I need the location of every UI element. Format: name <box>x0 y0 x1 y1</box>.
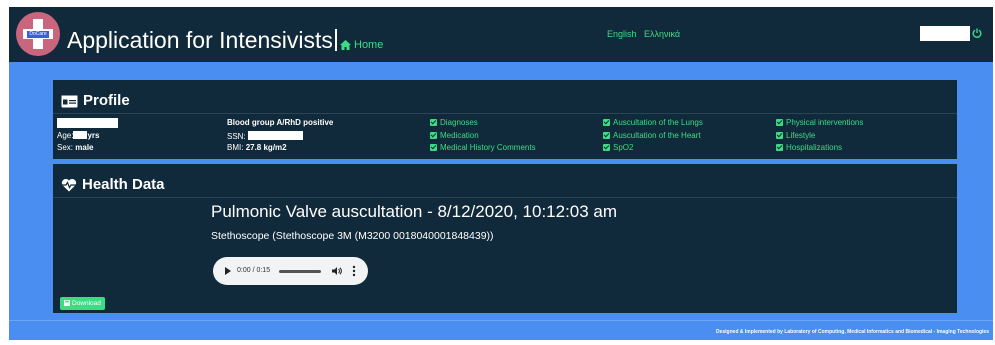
top-navbar: DoCare Application for Intensivists Home… <box>9 7 993 62</box>
sex-label: Sex: <box>57 143 74 152</box>
download-button[interactable]: Download <box>60 297 105 310</box>
health-data-panel: Health Data Pulmonic Valve auscultation … <box>53 164 957 313</box>
profile-divider <box>53 113 957 114</box>
redacted-ssn <box>247 131 303 140</box>
link-medication[interactable]: Medication <box>430 131 479 141</box>
link-label: SpO2 <box>613 143 634 152</box>
ssn-label: SSN: <box>227 132 246 141</box>
home-icon <box>340 40 351 50</box>
id-card-icon <box>61 95 78 108</box>
footer-credit: Designed & Implemented by Laboratory of … <box>716 329 989 335</box>
language-greek[interactable]: Ελληνικά <box>644 29 680 40</box>
link-auscultation-lungs[interactable]: Auscultation of the Lungs <box>603 118 703 128</box>
link-label: Diagnoses <box>440 118 478 127</box>
link-medical-history-comments[interactable]: Medical History Comments <box>430 143 536 153</box>
language-english[interactable]: English <box>607 29 637 40</box>
patient-age: Age: yrs <box>57 131 99 141</box>
check-icon <box>776 132 783 139</box>
link-physical-interventions[interactable]: Physical interventions <box>776 118 863 128</box>
link-label: Auscultation of the Lungs <box>613 118 703 127</box>
volume-icon[interactable] <box>332 266 342 276</box>
check-icon <box>430 144 437 151</box>
profile-heading-text: Profile <box>83 92 130 109</box>
audio-player[interactable]: 0:00 / 0:15 <box>213 257 368 285</box>
check-icon <box>603 132 610 139</box>
link-label: Lifestyle <box>786 131 816 140</box>
patient-sex: Sex: male <box>57 143 93 153</box>
footer: Designed & Implemented by Laboratory of … <box>9 320 993 340</box>
link-label: Auscultation of the Heart <box>613 131 701 140</box>
age-unit: yrs <box>87 131 100 140</box>
redacted-name <box>57 118 118 128</box>
link-label: Physical interventions <box>786 118 864 127</box>
check-icon <box>430 132 437 139</box>
app-title-text: Application for Intensivists <box>67 27 333 53</box>
link-diagnoses[interactable]: Diagnoses <box>430 118 478 128</box>
link-label: Medical History Comments <box>440 143 536 152</box>
user-name-box[interactable] <box>920 26 970 41</box>
audio-progress-track[interactable] <box>279 270 321 273</box>
health-data-heading-text: Health Data <box>82 176 165 193</box>
play-icon[interactable] <box>225 267 231 275</box>
blood-group-text: Blood group A/RhD positive <box>227 118 334 127</box>
sex-value: male <box>75 143 94 152</box>
power-icon[interactable] <box>972 28 982 38</box>
patient-name <box>57 118 118 130</box>
title-caret <box>334 29 337 51</box>
link-spo2[interactable]: SpO2 <box>603 143 633 153</box>
health-divider <box>53 197 957 198</box>
check-icon <box>603 119 610 126</box>
redacted-age <box>73 131 88 139</box>
device-info: Stethoscope (Stethoscope 3M (M3200 00180… <box>211 230 494 242</box>
link-hospitalizations[interactable]: Hospitalizations <box>776 143 842 153</box>
logo-tag: DoCare <box>27 31 49 38</box>
more-options-icon[interactable] <box>352 265 356 277</box>
check-icon <box>776 144 783 151</box>
app-title: Application for Intensivists <box>67 27 337 53</box>
link-lifestyle[interactable]: Lifestyle <box>776 131 815 141</box>
profile-panel: Profile Age: yrs Sex: male Blood group A/… <box>53 80 957 159</box>
app-frame: DoCare Application for Intensivists Home… <box>9 7 993 340</box>
bmi-label: BMI: <box>227 143 244 152</box>
check-icon <box>603 144 610 151</box>
download-label: Download <box>72 300 101 307</box>
home-link[interactable]: Home <box>340 39 383 52</box>
check-icon <box>776 119 783 126</box>
link-label: Hospitalizations <box>786 143 843 152</box>
link-label: Medication <box>440 131 479 140</box>
audio-time: 0:00 / 0:15 <box>237 267 271 274</box>
link-auscultation-heart[interactable]: Auscultation of the Heart <box>603 131 701 141</box>
home-link-label: Home <box>354 39 384 51</box>
profile-heading: Profile <box>61 92 130 109</box>
check-icon <box>430 119 437 126</box>
record-title: Pulmonic Valve auscultation - 8/12/2020,… <box>211 202 618 221</box>
age-label: Age: <box>57 131 74 140</box>
patient-ssn: SSN: <box>227 131 303 142</box>
blood-group: Blood group A/RhD positive <box>227 118 333 128</box>
heartbeat-icon <box>61 178 77 192</box>
health-data-heading: Health Data <box>61 176 165 193</box>
patient-bmi: BMI: 27.8 kg/m2 <box>227 143 287 153</box>
app-logo[interactable]: DoCare <box>16 12 60 56</box>
save-icon <box>64 300 70 306</box>
bmi-value: 27.8 kg/m2 <box>245 143 287 152</box>
